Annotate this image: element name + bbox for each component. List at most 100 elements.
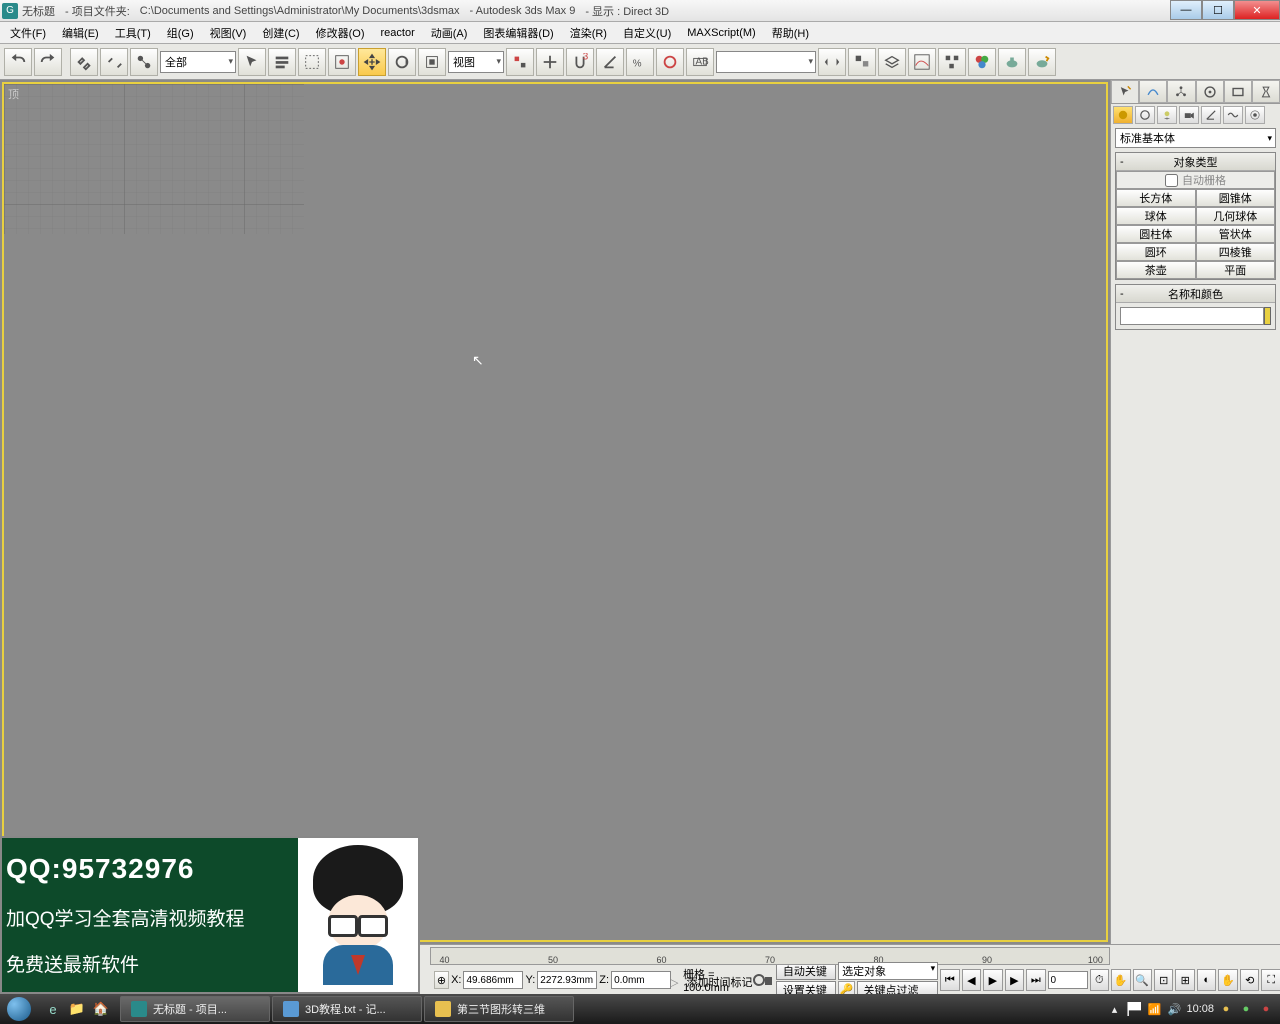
prev-frame-button[interactable]: ◀	[962, 969, 981, 991]
named-selection-dropdown[interactable]	[716, 51, 816, 73]
explorer-icon[interactable]: 📁	[66, 998, 88, 1020]
geometry-subtab[interactable]	[1113, 106, 1133, 124]
display-tab[interactable]	[1224, 80, 1252, 103]
task-3dsmax[interactable]: 无标题 - 项目...	[120, 996, 270, 1022]
menu-reactor[interactable]: reactor	[375, 25, 421, 41]
category-dropdown[interactable]: 标准基本体	[1115, 128, 1276, 148]
time-config-button[interactable]: ⏱	[1090, 969, 1109, 991]
menu-graph[interactable]: 图表编辑器(D)	[477, 23, 559, 43]
viewport-area[interactable]: 顶 ↖	[0, 80, 1110, 944]
x-input[interactable]	[463, 971, 523, 989]
manipulate-button[interactable]	[536, 48, 564, 76]
link-button[interactable]	[70, 48, 98, 76]
menu-views[interactable]: 视图(V)	[204, 23, 253, 43]
tray-orb3[interactable]: ●	[1258, 1001, 1274, 1017]
autogrid-row[interactable]: 自动栅格	[1116, 171, 1275, 189]
task-folder[interactable]: 第三节图形转三维	[424, 996, 574, 1022]
hierarchy-tab[interactable]	[1167, 80, 1195, 103]
zoom-all-button[interactable]: ⊡	[1154, 969, 1173, 991]
key-mode-dropdown[interactable]: 选定对象	[838, 962, 938, 980]
spinner-snap-button[interactable]	[656, 48, 684, 76]
bind-button[interactable]	[130, 48, 158, 76]
undo-button[interactable]	[4, 48, 32, 76]
percent-snap-button[interactable]: %	[626, 48, 654, 76]
menu-customize[interactable]: 自定义(U)	[617, 23, 677, 43]
menu-animation[interactable]: 动画(A)	[425, 23, 474, 43]
network-icon[interactable]: 📶	[1146, 1001, 1162, 1017]
pyramid-button[interactable]: 四棱锥	[1196, 243, 1276, 261]
viewport-top[interactable]: 顶 ↖	[2, 82, 1108, 942]
close-button[interactable]: ✕	[1234, 0, 1280, 20]
name-color-header[interactable]: -名称和颜色	[1116, 285, 1275, 303]
sound-icon[interactable]: 🔊	[1166, 1001, 1182, 1017]
goto-start-button[interactable]: ⏮	[940, 969, 959, 991]
select-region-button[interactable]	[298, 48, 326, 76]
object-color-swatch[interactable]	[1264, 307, 1271, 325]
menu-tools[interactable]: 工具(T)	[109, 23, 157, 43]
systems-subtab[interactable]	[1245, 106, 1265, 124]
ref-coord-dropdown[interactable]: 视图	[448, 51, 504, 73]
home-icon[interactable]: 🏠	[90, 998, 112, 1020]
menu-create[interactable]: 创建(C)	[256, 23, 305, 43]
snap-button[interactable]: 3	[566, 48, 594, 76]
zoom-extents-button[interactable]: ⊞	[1175, 969, 1194, 991]
transform-type-in-button[interactable]: ⊕	[434, 971, 449, 989]
next-frame-button[interactable]: ▶	[1005, 969, 1024, 991]
tray-orb2[interactable]: ●	[1238, 1001, 1254, 1017]
orbit-button[interactable]: ⟲	[1240, 969, 1259, 991]
tube-button[interactable]: 管状体	[1196, 225, 1276, 243]
pan-view-button[interactable]: ✋	[1111, 969, 1130, 991]
move-button[interactable]	[358, 48, 386, 76]
frame-input[interactable]	[1048, 971, 1088, 989]
quick-render-button[interactable]	[1028, 48, 1056, 76]
tray-orb1[interactable]: ●	[1218, 1001, 1234, 1017]
teapot-button[interactable]: 茶壶	[1116, 261, 1196, 279]
object-name-input[interactable]	[1120, 307, 1264, 325]
menu-group[interactable]: 组(G)	[161, 23, 200, 43]
goto-end-button[interactable]: ⏭	[1026, 969, 1045, 991]
select-button[interactable]	[238, 48, 266, 76]
y-input[interactable]	[537, 971, 597, 989]
align-button[interactable]	[848, 48, 876, 76]
selection-filter-dropdown[interactable]: 全部	[160, 51, 236, 73]
material-editor-button[interactable]	[968, 48, 996, 76]
modify-tab[interactable]	[1139, 80, 1167, 103]
zoom-button[interactable]: 🔍	[1133, 969, 1152, 991]
window-crossing-button[interactable]	[328, 48, 356, 76]
maximize-button[interactable]: ☐	[1202, 0, 1234, 20]
sphere-button[interactable]: 球体	[1116, 207, 1196, 225]
ie-icon[interactable]: e	[42, 998, 64, 1020]
pivot-button[interactable]	[506, 48, 534, 76]
plane-button[interactable]: 平面	[1196, 261, 1276, 279]
layers-button[interactable]	[878, 48, 906, 76]
menu-file[interactable]: 文件(F)	[4, 23, 52, 43]
autogrid-checkbox[interactable]	[1165, 174, 1178, 187]
redo-button[interactable]	[34, 48, 62, 76]
object-type-header[interactable]: -对象类型	[1116, 153, 1275, 171]
tray-up-icon[interactable]: ▴	[1106, 1001, 1122, 1017]
menu-modifiers[interactable]: 修改器(O)	[310, 23, 371, 43]
curve-editor-button[interactable]	[908, 48, 936, 76]
named-sel-button[interactable]: ABC	[686, 48, 714, 76]
unlink-button[interactable]	[100, 48, 128, 76]
maximize-viewport-button[interactable]: ⛶	[1261, 969, 1280, 991]
menu-help[interactable]: 帮助(H)	[766, 23, 815, 43]
menu-maxscript[interactable]: MAXScript(M)	[681, 25, 761, 41]
helpers-subtab[interactable]	[1201, 106, 1221, 124]
z-input[interactable]	[611, 971, 671, 989]
cylinder-button[interactable]: 圆柱体	[1116, 225, 1196, 243]
flag-icon[interactable]	[1126, 1001, 1142, 1017]
menu-render[interactable]: 渲染(R)	[564, 23, 613, 43]
torus-button[interactable]: 圆环	[1116, 243, 1196, 261]
menu-edit[interactable]: 编辑(E)	[56, 23, 105, 43]
geosphere-button[interactable]: 几何球体	[1196, 207, 1276, 225]
fov-button[interactable]: ◐	[1197, 969, 1216, 991]
lights-subtab[interactable]	[1157, 106, 1177, 124]
motion-tab[interactable]	[1196, 80, 1224, 103]
play-button[interactable]: ▶	[983, 969, 1002, 991]
spacewarps-subtab[interactable]	[1223, 106, 1243, 124]
start-button[interactable]	[0, 995, 38, 1023]
system-tray[interactable]: ▴ 📶 🔊 10:08 ● ● ●	[1100, 1001, 1280, 1017]
mirror-button[interactable]	[818, 48, 846, 76]
clock[interactable]: 10:08	[1186, 1003, 1214, 1015]
